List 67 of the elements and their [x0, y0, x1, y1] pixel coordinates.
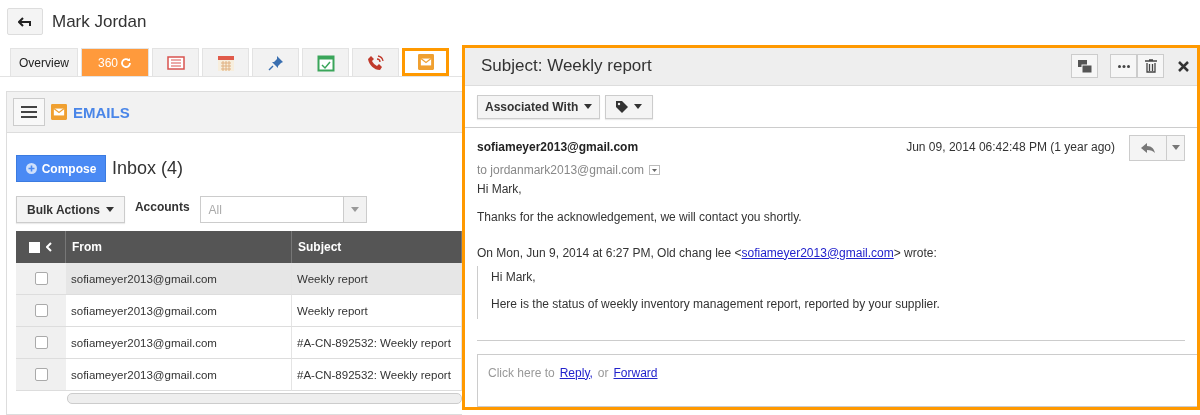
caret-icon [634, 104, 643, 110]
panel-title: EMAILS [73, 103, 130, 121]
calendar-icon [216, 53, 235, 72]
scrollbar[interactable] [67, 393, 462, 404]
quoted-text: Here is the status of weekly inventory management report, reported by your supplier. [491, 296, 941, 311]
message-subject: Subject: Weekly report [481, 56, 653, 77]
back-arrow-icon [18, 16, 32, 27]
reply-icon [1141, 142, 1155, 153]
plus-icon [25, 163, 37, 174]
message-text: Hi Mark, [477, 181, 523, 196]
or-text: or [597, 365, 609, 380]
recipient: to jordanmark2013@gmail.com [477, 162, 644, 177]
row-checkbox[interactable] [34, 304, 48, 317]
trash-icon [1144, 59, 1157, 74]
quote-header: On Mon, Jun 9, 2014 at 6:27 PM, Old chang lee <sofiameyer2013@gmail.com> wrote: [477, 245, 938, 260]
associated-with-button[interactable]: Associated With [477, 94, 601, 119]
tab[interactable]: Overview [10, 48, 78, 76]
caret-icon [105, 207, 114, 212]
table-row[interactable]: sofiameyer2013@gmail.com Weekly report [16, 263, 462, 295]
envelope-icon [51, 104, 67, 120]
refresh-icon [120, 56, 132, 69]
reply-button[interactable] [1129, 134, 1167, 161]
more-icon [1117, 64, 1130, 68]
pin-icon [267, 54, 284, 71]
sender-address: sofiameyer2013@gmail.com [477, 139, 639, 154]
reply-options-button[interactable] [1167, 134, 1185, 161]
document-icon [166, 55, 185, 70]
contact-name: Mark Jordan [52, 11, 147, 32]
more-button[interactable] [1110, 54, 1137, 79]
message-text: Thanks for the acknowledgement, we will contact you shortly. [477, 209, 803, 224]
caret-icon [350, 207, 359, 212]
chevron-left-icon [46, 242, 52, 252]
tag-button[interactable] [605, 94, 654, 119]
delete-button[interactable] [1137, 54, 1164, 79]
message-date: Jun 09, 2014 06:42:48 PM (1 year ago) [906, 139, 1115, 154]
table-row[interactable]: sofiameyer2013@gmail.com #A-CN-892532: Weekly report [16, 327, 462, 359]
envelope-icon [417, 54, 434, 70]
table-row[interactable]: sofiameyer2013@gmail.com Weekly report [16, 295, 462, 327]
calendar-check-icon [316, 53, 335, 72]
expand-icon[interactable] [648, 164, 660, 175]
column-header[interactable]: From [66, 231, 292, 263]
reply-link[interactable]: Reply, [559, 365, 593, 380]
select-all-checkbox[interactable] [29, 241, 40, 253]
row-checkbox[interactable] [34, 336, 48, 349]
row-checkbox[interactable] [34, 368, 48, 381]
accounts-label: Accounts [134, 199, 190, 214]
caret-icon [1171, 145, 1180, 151]
envelopes-icon [1077, 59, 1092, 73]
row-checkbox[interactable] [34, 272, 48, 285]
back-button[interactable] [7, 8, 43, 35]
menu-button[interactable] [13, 98, 45, 126]
forward-link[interactable]: Forward [613, 365, 658, 380]
reply-box[interactable]: Click here to Reply, or Forward [477, 353, 1197, 407]
table-row[interactable]: sofiameyer2013@gmail.com #A-CN-892532: Weekly report [16, 359, 462, 391]
move-button[interactable] [1071, 54, 1098, 79]
close-icon [1178, 60, 1189, 72]
phone-icon [366, 53, 385, 72]
menu-icon [21, 106, 37, 118]
table-cell: sofiameyer2013@gmail.com [66, 359, 292, 391]
tag-icon [616, 100, 629, 113]
bulk-actions-button[interactable]: Bulk Actions [16, 196, 125, 223]
column-header[interactable]: Subject [292, 231, 462, 263]
quoted-text: Hi Mark, [491, 269, 537, 284]
folder-title: Inbox (4) [112, 158, 184, 179]
caret-icon [584, 104, 593, 110]
email-link[interactable]: sofiameyer2013@gmail.com [741, 245, 894, 260]
reply-prompt: Click here to [488, 365, 555, 380]
